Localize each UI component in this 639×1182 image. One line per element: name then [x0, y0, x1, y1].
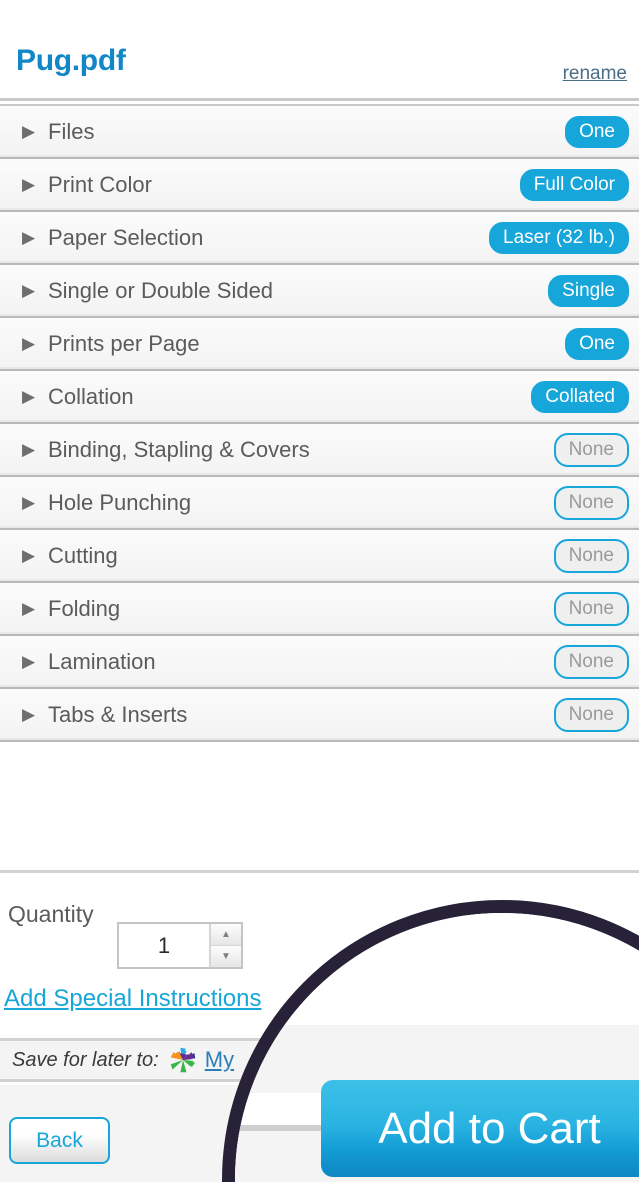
- option-row[interactable]: ▶ Print Color Full Color: [0, 159, 639, 212]
- page-header: Pug.pdf rename: [0, 0, 639, 98]
- my-account-link[interactable]: My: [205, 1047, 234, 1073]
- option-row[interactable]: ▶ Single or Double Sided Single: [0, 265, 639, 318]
- option-label: Paper Selection: [48, 224, 204, 250]
- expand-triangle-icon[interactable]: ▶: [22, 123, 40, 140]
- expand-triangle-icon[interactable]: ▶: [22, 600, 40, 617]
- option-row[interactable]: ▶ Folding None: [0, 583, 639, 636]
- option-label: Binding, Stapling & Covers: [48, 436, 310, 462]
- add-special-instructions-link[interactable]: Add Special Instructions: [4, 985, 261, 1013]
- option-label: Files: [48, 118, 95, 144]
- option-value-badge[interactable]: One: [565, 327, 629, 360]
- quantity-input[interactable]: 1: [119, 924, 209, 967]
- quantity-stepper[interactable]: 1 ▲ ▼: [117, 922, 243, 969]
- option-row[interactable]: ▶ Hole Punching None: [0, 477, 639, 530]
- option-value-badge[interactable]: Laser (32 lb.): [489, 221, 629, 254]
- lens-content: Add to Cart: [235, 913, 639, 1182]
- magnifier-lens-overlay: Add to Cart: [222, 900, 639, 1182]
- option-value-badge[interactable]: None: [553, 485, 629, 520]
- expand-triangle-icon[interactable]: ▶: [22, 547, 40, 564]
- option-value-badge[interactable]: Single: [548, 274, 629, 307]
- expand-triangle-icon[interactable]: ▶: [22, 335, 40, 352]
- option-row[interactable]: ▶ Binding, Stapling & Covers None: [0, 424, 639, 477]
- back-button[interactable]: Back: [9, 1117, 110, 1164]
- option-label: Lamination: [48, 648, 156, 674]
- option-label: Hole Punching: [48, 489, 192, 515]
- rename-link[interactable]: rename: [563, 64, 627, 83]
- add-to-cart-button[interactable]: Add to Cart: [321, 1080, 639, 1177]
- option-label: Folding: [48, 595, 121, 621]
- expand-triangle-icon[interactable]: ▶: [22, 494, 40, 511]
- option-row[interactable]: ▶ Tabs & Inserts None: [0, 689, 639, 742]
- print-options-screen: Pug.pdf rename ▶ Files One ▶ Print Color Full…: [0, 0, 639, 1182]
- option-label: Single or Double Sided: [48, 277, 274, 303]
- option-label: Prints per Page: [48, 330, 200, 356]
- option-label: Collation: [48, 383, 134, 409]
- option-row[interactable]: ▶ Paper Selection Laser (32 lb.): [0, 212, 639, 265]
- list-empty-space: [0, 742, 639, 870]
- expand-triangle-icon[interactable]: ▶: [22, 176, 40, 193]
- option-value-badge[interactable]: None: [553, 538, 629, 573]
- option-row[interactable]: ▶ Cutting None: [0, 530, 639, 583]
- print-options-list: ▶ Files One ▶ Print Color Full Color ▶ Paper Se…: [0, 106, 639, 742]
- option-label: Cutting: [48, 542, 118, 568]
- expand-triangle-icon[interactable]: ▶: [22, 388, 40, 405]
- option-row[interactable]: ▶ Collation Collated: [0, 371, 639, 424]
- expand-triangle-icon[interactable]: ▶: [22, 229, 40, 246]
- expand-triangle-icon[interactable]: ▶: [22, 653, 40, 670]
- option-row[interactable]: ▶ Prints per Page One: [0, 318, 639, 371]
- save-for-later-label: Save for later to:: [12, 1048, 159, 1071]
- expand-triangle-icon[interactable]: ▶: [22, 282, 40, 299]
- option-row[interactable]: ▶ Files One: [0, 106, 639, 159]
- option-value-badge[interactable]: None: [553, 697, 629, 732]
- expand-triangle-icon[interactable]: ▶: [22, 441, 40, 458]
- page-title: Pug.pdf: [16, 44, 126, 77]
- option-label: Tabs & Inserts: [48, 701, 188, 727]
- pinwheel-logo-icon: [169, 1046, 197, 1074]
- expand-triangle-icon[interactable]: ▶: [22, 706, 40, 723]
- quantity-label: Quantity: [8, 901, 94, 927]
- option-row[interactable]: ▶ Lamination None: [0, 636, 639, 689]
- option-value-badge[interactable]: None: [553, 644, 629, 679]
- option-value-badge[interactable]: None: [553, 432, 629, 467]
- option-value-badge[interactable]: Collated: [531, 380, 629, 413]
- header-divider: [0, 98, 639, 106]
- option-value-badge[interactable]: One: [565, 115, 629, 148]
- option-value-badge[interactable]: None: [553, 591, 629, 626]
- lens-region-top: [235, 913, 639, 1025]
- option-label: Print Color: [48, 171, 152, 197]
- option-value-badge[interactable]: Full Color: [519, 168, 629, 201]
